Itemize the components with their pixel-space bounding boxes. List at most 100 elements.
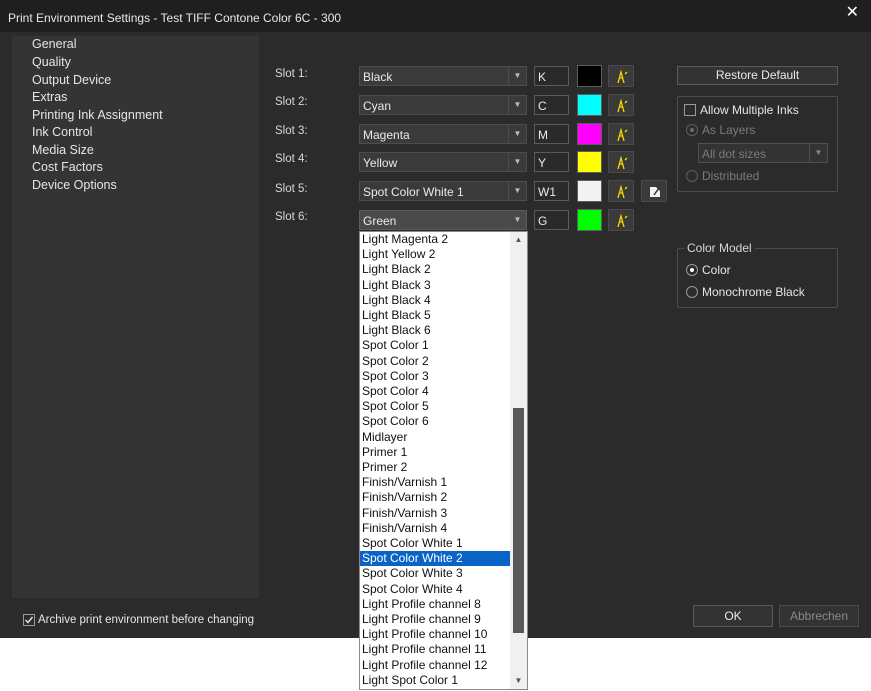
slot-3-ink-tool-button[interactable] xyxy=(608,123,634,145)
slot-1-label: Slot 1: xyxy=(275,68,308,80)
dropdown-item[interactable]: Light Profile channel 11 xyxy=(360,642,511,657)
dropdown-item[interactable]: Spot Color 5 xyxy=(360,399,511,414)
sidebar-item-extras[interactable]: Extras xyxy=(32,90,67,104)
dropdown-item[interactable]: Primer 2 xyxy=(360,460,511,475)
sidebar-item-device-options[interactable]: Device Options xyxy=(32,178,117,192)
dropdown-item[interactable]: Spot Color 2 xyxy=(360,354,511,369)
slot-3-abbr-field[interactable]: M xyxy=(534,124,569,144)
slot-5-abbr-field[interactable]: W1 xyxy=(534,181,569,201)
scroll-up-icon[interactable]: ▲ xyxy=(510,232,527,248)
allow-multiple-inks-checkbox[interactable] xyxy=(684,104,696,116)
allow-multiple-inks-label: Allow Multiple Inks xyxy=(700,103,799,117)
ink-pen-icon xyxy=(617,156,628,170)
slot-1-ink-select[interactable]: Black ▼ xyxy=(359,66,527,86)
slot-6-ink-tool-button[interactable] xyxy=(608,209,634,231)
dropdown-item[interactable]: Light Yellow 2 xyxy=(360,247,511,262)
slot-3-color-swatch[interactable] xyxy=(577,123,602,145)
dropdown-item[interactable]: Spot Color 4 xyxy=(360,384,511,399)
scroll-down-icon[interactable]: ▼ xyxy=(510,673,527,689)
dropdown-item[interactable]: Spot Color White 3 xyxy=(360,566,511,581)
sidebar-item-printing-ink-assignment[interactable]: Printing Ink Assignment xyxy=(32,108,163,122)
dropdown-item[interactable]: Light Profile channel 9 xyxy=(360,612,511,627)
dropdown-item[interactable]: Finish/Varnish 3 xyxy=(360,506,511,521)
multiple-inks-group: Allow Multiple Inks As Layers All dot si… xyxy=(677,96,838,192)
dropdown-item[interactable]: Light Black 6 xyxy=(360,323,511,338)
sidebar-item-general[interactable]: General xyxy=(32,37,76,51)
ok-button[interactable]: OK xyxy=(693,605,773,627)
restore-default-button[interactable]: Restore Default xyxy=(677,66,838,85)
slot-1-color-swatch[interactable] xyxy=(577,65,602,87)
slot-4-ink-select[interactable]: Yellow ▼ xyxy=(359,152,527,172)
as-layers-radio[interactable] xyxy=(686,124,698,136)
cancel-button[interactable]: Abbrechen xyxy=(779,605,859,627)
settings-sidebar: General Quality Output Device Extras Pri… xyxy=(12,36,259,598)
dropdown-item[interactable]: Light Profile channel 12 xyxy=(360,658,511,673)
dropdown-item[interactable]: Light Profile channel 10 xyxy=(360,627,511,642)
slot-2-abbr-field[interactable]: C xyxy=(534,95,569,115)
dropdown-item[interactable]: Light Black 4 xyxy=(360,293,511,308)
sidebar-item-cost-factors[interactable]: Cost Factors xyxy=(32,160,103,174)
slot-1-ink-tool-button[interactable] xyxy=(608,65,634,87)
slot-5-color-swatch[interactable] xyxy=(577,180,602,202)
ink-pen-icon xyxy=(617,185,628,199)
chevron-down-icon[interactable]: ▼ xyxy=(508,67,526,85)
sidebar-item-quality[interactable]: Quality xyxy=(32,55,71,69)
slot-4-abbr-field[interactable]: Y xyxy=(534,152,569,172)
dropdown-item[interactable]: Light Spot Color 1 xyxy=(360,673,511,688)
slot-4-color-swatch[interactable] xyxy=(577,151,602,173)
dropdown-item[interactable]: Spot Color 3 xyxy=(360,369,511,384)
dropdown-scrollbar[interactable]: ▲ ▼ xyxy=(510,232,527,689)
dropdown-item[interactable]: Spot Color 1 xyxy=(360,338,511,353)
distributed-label: Distributed xyxy=(702,169,760,183)
sidebar-item-ink-control[interactable]: Ink Control xyxy=(32,125,92,139)
chevron-down-icon[interactable]: ▼ xyxy=(809,144,827,162)
chevron-down-icon[interactable]: ▼ xyxy=(508,96,526,114)
slot-6-abbr-field[interactable]: G xyxy=(534,210,569,230)
dropdown-item[interactable]: Light Black 3 xyxy=(360,278,511,293)
color-radio[interactable] xyxy=(686,264,698,276)
slot-5-ink-value: Spot Color White 1 xyxy=(363,185,464,199)
dropdown-item[interactable]: Spot Color White 2 xyxy=(360,551,511,567)
slot-1-abbr-field[interactable]: K xyxy=(534,66,569,86)
dropdown-item[interactable]: Light Black 5 xyxy=(360,308,511,323)
dropdown-item[interactable]: Spot Color White 4 xyxy=(360,582,511,597)
dropdown-item[interactable]: Primer 1 xyxy=(360,445,511,460)
slot-6-ink-value: Green xyxy=(363,214,397,228)
dropdown-item[interactable]: Light Magenta 2 xyxy=(360,232,511,247)
scrollbar-thumb[interactable] xyxy=(513,408,524,633)
dropdown-item[interactable]: Finish/Varnish 4 xyxy=(360,521,511,536)
slot-1-abbr-value: K xyxy=(538,70,547,84)
slot-2-color-swatch[interactable] xyxy=(577,94,602,116)
sidebar-item-output-device[interactable]: Output Device xyxy=(32,73,111,87)
dropdown-item[interactable]: Light Profile channel 8 xyxy=(360,597,511,612)
close-icon[interactable]: ✕ xyxy=(846,2,859,22)
dropdown-item[interactable]: Spot Color 6 xyxy=(360,414,511,429)
edit-icon xyxy=(650,187,660,197)
chevron-down-icon[interactable]: ▼ xyxy=(508,182,526,200)
slot-3-ink-select[interactable]: Magenta ▼ xyxy=(359,124,527,144)
dot-sizes-select[interactable]: All dot sizes ▼ xyxy=(698,143,828,163)
dot-sizes-value: All dot sizes xyxy=(702,147,767,161)
archive-checkbox[interactable] xyxy=(23,614,35,626)
slot-5-edit-button[interactable] xyxy=(641,180,667,202)
dropdown-item[interactable]: Finish/Varnish 1 xyxy=(360,475,511,490)
sidebar-item-media-size[interactable]: Media Size xyxy=(32,143,94,157)
monochrome-black-radio[interactable] xyxy=(686,286,698,298)
slot-5-ink-tool-button[interactable] xyxy=(608,180,634,202)
chevron-down-icon[interactable]: ▼ xyxy=(508,125,526,143)
slot-3-abbr-value: M xyxy=(538,128,548,142)
distributed-radio[interactable] xyxy=(686,170,698,182)
slot-2-ink-select[interactable]: Cyan ▼ xyxy=(359,95,527,115)
dropdown-item[interactable]: Spot Color White 1 xyxy=(360,536,511,551)
dropdown-item[interactable]: Light Black 2 xyxy=(360,262,511,277)
slot-6-color-swatch[interactable] xyxy=(577,209,602,231)
dropdown-item[interactable]: Midlayer xyxy=(360,430,511,445)
dropdown-item[interactable]: Finish/Varnish 2 xyxy=(360,490,511,505)
slot-3-ink-value: Magenta xyxy=(363,128,410,142)
slot-6-ink-select[interactable]: Green ▼ xyxy=(359,210,527,230)
chevron-down-icon[interactable]: ▼ xyxy=(508,153,526,171)
slot-4-ink-tool-button[interactable] xyxy=(608,151,634,173)
slot-2-ink-tool-button[interactable] xyxy=(608,94,634,116)
slot-5-ink-select[interactable]: Spot Color White 1 ▼ xyxy=(359,181,527,201)
chevron-down-icon[interactable]: ▼ xyxy=(508,211,526,229)
